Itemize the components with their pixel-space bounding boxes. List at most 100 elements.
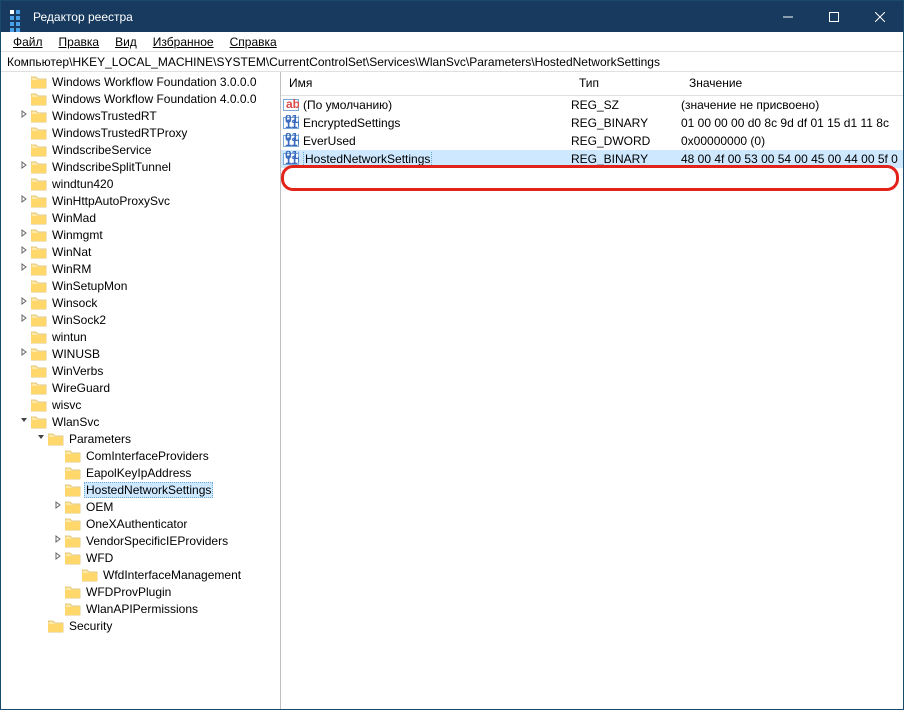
expand-icon[interactable] — [18, 297, 30, 309]
expand-icon[interactable] — [52, 552, 64, 564]
col-name[interactable]: Имя — [281, 72, 571, 95]
string-value-icon — [283, 97, 299, 113]
tree-item[interactable]: Windows Workflow Foundation 4.0.0.0 — [1, 90, 280, 107]
menu-favorites[interactable]: Избранное — [145, 34, 222, 50]
expand-icon[interactable] — [52, 535, 64, 547]
tree-item[interactable]: OneXAuthenticator — [1, 515, 280, 532]
tree-item[interactable]: wintun — [1, 328, 280, 345]
expand-icon[interactable] — [18, 229, 30, 241]
tree-item-label: WinSock2 — [50, 313, 108, 327]
list-row[interactable]: EverUsedREG_DWORD0x00000000 (0) — [281, 132, 903, 150]
expand-icon[interactable] — [18, 263, 30, 275]
tree-item[interactable]: WfdInterfaceManagement — [1, 566, 280, 583]
folder-icon — [65, 551, 81, 565]
maximize-button[interactable] — [811, 1, 857, 32]
tree-item[interactable]: WinSock2 — [1, 311, 280, 328]
list-row[interactable]: (По умолчанию)REG_SZ(значение не присвое… — [281, 96, 903, 114]
tree-item[interactable]: WindowsTrustedRTProxy — [1, 124, 280, 141]
address-bar[interactable]: Компьютер\HKEY_LOCAL_MACHINE\SYSTEM\Curr… — [1, 52, 903, 72]
menu-view[interactable]: Вид — [107, 34, 145, 50]
folder-icon — [31, 279, 47, 293]
tree-item[interactable]: wisvc — [1, 396, 280, 413]
list-row[interactable]: EncryptedSettingsREG_BINARY01 00 00 00 d… — [281, 114, 903, 132]
tree-item[interactable]: WFD — [1, 549, 280, 566]
minimize-button[interactable] — [765, 1, 811, 32]
close-button[interactable] — [857, 1, 903, 32]
tree-item[interactable]: windtun420 — [1, 175, 280, 192]
menubar: Файл Правка Вид Избранное Справка — [1, 32, 903, 52]
tree-item[interactable]: WFDProvPlugin — [1, 583, 280, 600]
col-type[interactable]: Тип — [571, 72, 681, 95]
menu-help[interactable]: Справка — [222, 34, 285, 50]
binary-value-icon — [283, 151, 299, 167]
tree-item[interactable]: WinMad — [1, 209, 280, 226]
tree-item[interactable]: Windows Workflow Foundation 3.0.0.0 — [1, 73, 280, 90]
collapse-icon[interactable] — [18, 416, 30, 428]
tree-item-label: wintun — [50, 330, 89, 344]
expand-icon[interactable] — [18, 195, 30, 207]
folder-icon — [31, 381, 47, 395]
tree-item-label: Winmgmt — [50, 228, 105, 242]
tree-item-label: Windows Workflow Foundation 3.0.0.0 — [50, 75, 259, 89]
tree-item[interactable]: WINUSB — [1, 345, 280, 362]
expand-icon[interactable] — [18, 314, 30, 326]
tree-item[interactable]: WindowsTrustedRT — [1, 107, 280, 124]
tree-item[interactable]: WinVerbs — [1, 362, 280, 379]
value-data: 01 00 00 00 d0 8c 9d df 01 15 d1 11 8c — [681, 116, 903, 130]
tree-item[interactable]: Winsock — [1, 294, 280, 311]
tree-item[interactable]: WlanSvc — [1, 413, 280, 430]
tree-item[interactable]: WlanAPIPermissions — [1, 600, 280, 617]
folder-icon — [31, 109, 47, 123]
list-body[interactable]: (По умолчанию)REG_SZ(значение не присвое… — [281, 96, 903, 709]
tree-item[interactable]: WindscribeService — [1, 141, 280, 158]
value-type: REG_SZ — [571, 98, 681, 112]
tree-item[interactable]: WinNat — [1, 243, 280, 260]
folder-icon — [65, 483, 81, 497]
tree-item-label: WindowsTrustedRTProxy — [50, 126, 189, 140]
window-title: Редактор реестра — [33, 10, 765, 24]
col-data[interactable]: Значение — [681, 72, 903, 95]
expand-icon[interactable] — [18, 348, 30, 360]
expand-icon[interactable] — [18, 161, 30, 173]
tree-item-label: WlanAPIPermissions — [84, 602, 200, 616]
tree-item[interactable]: WireGuard — [1, 379, 280, 396]
tree-item[interactable]: WinSetupMon — [1, 277, 280, 294]
tree-item-label: WINUSB — [50, 347, 102, 361]
tree-item-label: ComInterfaceProviders — [84, 449, 211, 463]
tree-item[interactable]: Winmgmt — [1, 226, 280, 243]
tree-item[interactable]: EapolKeyIpAddress — [1, 464, 280, 481]
tree-item-label: WinHttpAutoProxySvc — [50, 194, 172, 208]
collapse-icon[interactable] — [35, 433, 47, 445]
tree-item-label: Windows Workflow Foundation 4.0.0.0 — [50, 92, 259, 106]
folder-icon — [31, 143, 47, 157]
folder-icon — [31, 160, 47, 174]
app-icon — [9, 9, 25, 25]
tree-item-label: WinRM — [50, 262, 93, 276]
tree-item-label: OneXAuthenticator — [84, 517, 189, 531]
tree-item[interactable]: WinRM — [1, 260, 280, 277]
expand-icon[interactable] — [18, 246, 30, 258]
value-data: 0x00000000 (0) — [681, 134, 903, 148]
tree-item-label: OEM — [84, 500, 115, 514]
expand-icon[interactable] — [18, 110, 30, 122]
tree-item[interactable]: ComInterfaceProviders — [1, 447, 280, 464]
tree-item[interactable]: Security — [1, 617, 280, 634]
tree-item[interactable]: WindscribeSplitTunnel — [1, 158, 280, 175]
tree-panel[interactable]: Windows Workflow Foundation 3.0.0.0 Windo… — [1, 72, 281, 709]
expand-icon[interactable] — [52, 501, 64, 513]
tree-item[interactable]: WinHttpAutoProxySvc — [1, 192, 280, 209]
tree-item-label: HostedNetworkSettings — [84, 482, 213, 498]
menu-file[interactable]: Файл — [5, 34, 51, 50]
list-row[interactable]: HostedNetworkSettingsREG_BINARY48 00 4f … — [281, 150, 903, 168]
folder-icon — [31, 211, 47, 225]
value-name: EncryptedSettings — [303, 116, 571, 130]
value-type: REG_DWORD — [571, 134, 681, 148]
menu-edit[interactable]: Правка — [51, 34, 108, 50]
tree-item[interactable]: OEM — [1, 498, 280, 515]
tree-item[interactable]: VendorSpecificIEProviders — [1, 532, 280, 549]
tree-item[interactable]: Parameters — [1, 430, 280, 447]
folder-icon — [31, 126, 47, 140]
tree-item-label: WfdInterfaceManagement — [101, 568, 243, 582]
titlebar[interactable]: Редактор реестра — [1, 1, 903, 32]
tree-item[interactable]: HostedNetworkSettings — [1, 481, 280, 498]
